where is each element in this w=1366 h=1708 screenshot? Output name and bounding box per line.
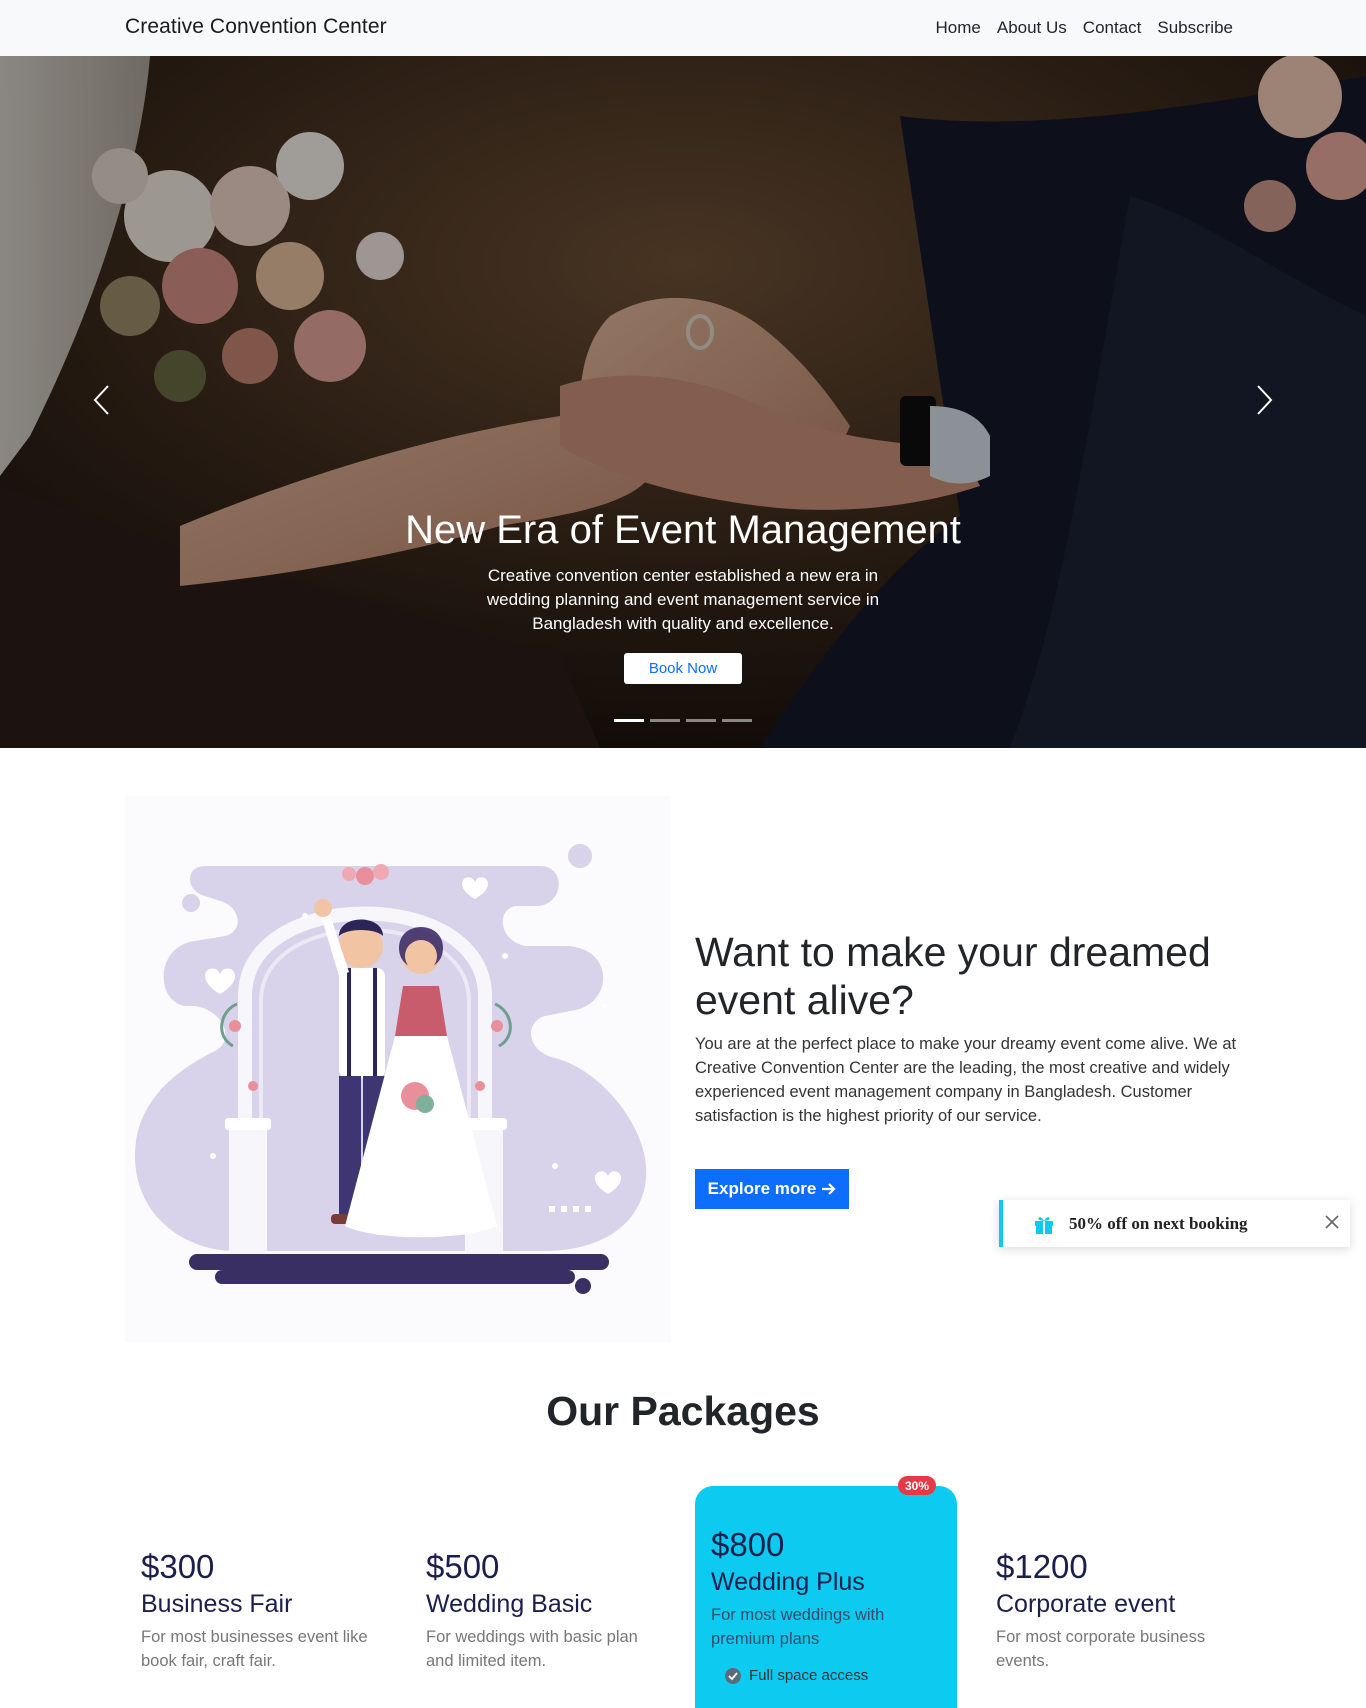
packages-title: Our Packages — [546, 1388, 820, 1434]
hero-carousel: New Era of Event Management Creative con… — [0, 56, 1366, 748]
hero-text: Creative convention center established a… — [486, 566, 880, 633]
about-text: You are at the perfect place to make you… — [695, 1035, 1237, 1125]
discount-badge: 30% — [898, 1476, 936, 1495]
package-feature-label: Full space access — [749, 1667, 869, 1684]
package-desc: For most weddings with premium plans — [711, 1606, 885, 1648]
toast-close-button[interactable] — [1322, 1212, 1342, 1232]
discount-toast: 50% off on next booking — [999, 1200, 1350, 1247]
package-feature: Full space access — [725, 1667, 941, 1684]
nav-link-subscribe[interactable]: Subscribe — [1157, 18, 1233, 38]
book-now-button[interactable]: Book Now — [624, 653, 742, 684]
carousel-indicator-4[interactable] — [722, 719, 752, 722]
carousel-indicator-1[interactable] — [614, 719, 644, 722]
chevron-right-icon — [1257, 385, 1273, 415]
carousel-indicator-2[interactable] — [650, 719, 680, 722]
package-card-business-fair[interactable]: $300 Business Fair For most businesses e… — [141, 1548, 381, 1673]
package-name: Wedding Plus — [711, 1568, 865, 1596]
nav-link-home[interactable]: Home — [936, 18, 981, 38]
package-desc: For most corporate business events. — [996, 1628, 1206, 1670]
package-card-wedding-plus[interactable]: $800 Wedding Plus For most weddings with… — [695, 1486, 957, 1708]
brand-logo[interactable]: Creative Convention Center — [125, 15, 387, 39]
package-name: Wedding Basic — [426, 1590, 593, 1618]
package-price: $1200 — [996, 1548, 1088, 1585]
package-card-wedding-basic[interactable]: $500 Wedding Basic For weddings with bas… — [426, 1548, 666, 1673]
carousel-next-button[interactable] — [1244, 376, 1284, 424]
package-price: $300 — [141, 1548, 215, 1585]
carousel-prev-button[interactable] — [82, 376, 122, 424]
package-price: $500 — [426, 1548, 500, 1585]
hero-title: New Era of Event Management — [405, 508, 961, 552]
carousel-indicator-3[interactable] — [686, 719, 716, 722]
about-heading: Want to make your dreamed event alive? — [695, 929, 1211, 1023]
close-icon — [1325, 1215, 1339, 1229]
check-circle-icon — [725, 1667, 741, 1684]
package-desc: For weddings with basic plan and limited… — [426, 1628, 638, 1670]
explore-more-button[interactable]: Explore more — [695, 1169, 849, 1209]
package-name: Business Fair — [141, 1590, 293, 1618]
package-name: Corporate event — [996, 1590, 1176, 1618]
package-card-corporate-event[interactable]: $1200 Corporate event For most corporate… — [996, 1548, 1236, 1673]
gift-icon — [1033, 1213, 1055, 1235]
carousel-indicators — [614, 719, 752, 722]
package-desc: For most businesses event like book fair… — [141, 1628, 368, 1670]
arrow-right-icon — [822, 1183, 836, 1195]
hero-overlay — [0, 56, 1366, 748]
chevron-left-icon — [93, 385, 109, 415]
package-price: $800 — [711, 1526, 785, 1563]
nav-links: Home About Us Contact Subscribe — [936, 18, 1234, 38]
navbar: Creative Convention Center Home About Us… — [0, 0, 1366, 56]
nav-link-contact[interactable]: Contact — [1083, 18, 1142, 38]
wedding-illustration — [125, 796, 671, 1342]
explore-more-label: Explore more — [707, 1179, 817, 1198]
nav-link-about[interactable]: About Us — [997, 18, 1067, 38]
toast-text: 50% off on next booking — [1069, 1213, 1248, 1233]
